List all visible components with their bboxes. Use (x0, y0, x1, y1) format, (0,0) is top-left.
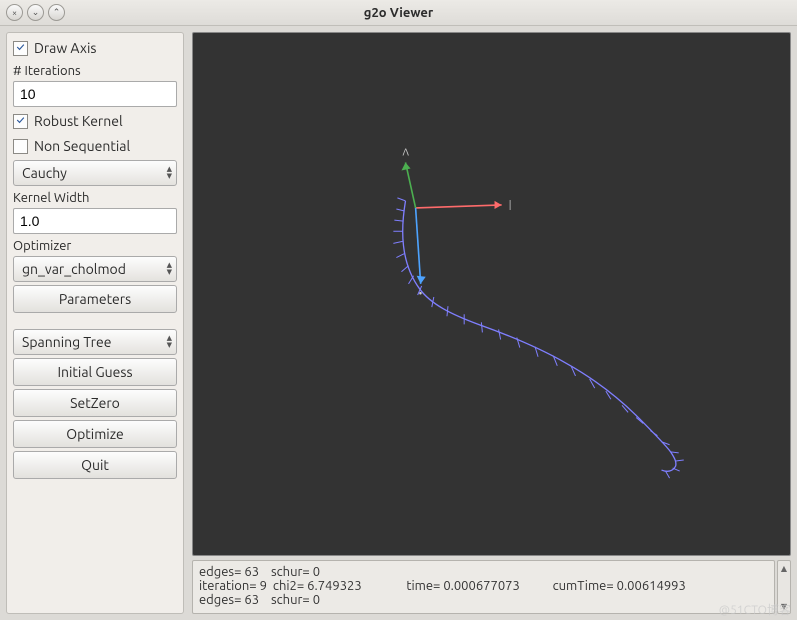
iterations-field[interactable] (14, 82, 207, 106)
titlebar: × ⌄ ⌃ g2o Viewer (0, 0, 797, 26)
kernel-width-label: Kernel Width (13, 191, 177, 205)
initial-guess-button[interactable]: Initial Guess (13, 358, 177, 386)
trajectory-path (403, 201, 676, 471)
status-scrollbar[interactable]: ▲ ▼ (777, 560, 791, 614)
optimize-button[interactable]: Optimize (13, 420, 177, 448)
init-method-value: Spanning Tree (22, 334, 111, 350)
iterations-label: # Iterations (13, 64, 177, 78)
sidebar: ✓ Draw Axis # Iterations ▲▼ ✓ Robust Ker… (6, 32, 184, 614)
window-title: g2o Viewer (0, 6, 797, 20)
maximize-icon[interactable]: ⌃ (48, 4, 65, 21)
kernel-width-field[interactable] (14, 209, 207, 233)
draw-axis-checkbox[interactable]: ✓ (13, 41, 28, 56)
viewport-3d[interactable]: | ʌ • (192, 32, 791, 556)
chevron-updown-icon: ▲▼ (167, 335, 172, 349)
axis-x-label: | (509, 199, 512, 210)
minimize-icon[interactable]: ⌄ (27, 4, 44, 21)
parameters-button[interactable]: Parameters (13, 285, 177, 313)
scene-svg: | ʌ • (193, 33, 790, 555)
robust-kernel-checkbox[interactable]: ✓ (13, 114, 28, 129)
kernel-width-input[interactable]: ▲▼ (13, 208, 177, 234)
axis-y-label: ʌ (402, 146, 409, 157)
optimizer-value: gn_var_cholmod (22, 261, 126, 277)
non-sequential-label: Non Sequential (34, 138, 130, 154)
quit-button[interactable]: Quit (13, 451, 177, 479)
kernel-type-value: Cauchy (22, 165, 67, 181)
close-icon[interactable]: × (6, 4, 23, 21)
chevron-updown-icon: ▲▼ (167, 166, 172, 180)
kernel-type-select[interactable]: Cauchy ▲▼ (13, 160, 177, 186)
optimizer-select[interactable]: gn_var_cholmod ▲▼ (13, 256, 177, 282)
scroll-down-icon[interactable]: ▼ (778, 599, 790, 613)
init-method-select[interactable]: Spanning Tree ▲▼ (13, 329, 177, 355)
scroll-up-icon[interactable]: ▲ (778, 561, 790, 575)
status-log: edges= 63 schur= 0 iteration= 9 chi2= 6.… (192, 560, 775, 614)
chevron-updown-icon: ▲▼ (167, 262, 172, 276)
iterations-input[interactable]: ▲▼ (13, 81, 177, 107)
draw-axis-label: Draw Axis (34, 40, 96, 56)
setzero-button[interactable]: SetZero (13, 389, 177, 417)
optimizer-label: Optimizer (13, 239, 177, 253)
non-sequential-checkbox[interactable] (13, 139, 28, 154)
trajectory-ticks (393, 198, 683, 478)
robust-kernel-label: Robust Kernel (34, 113, 123, 129)
